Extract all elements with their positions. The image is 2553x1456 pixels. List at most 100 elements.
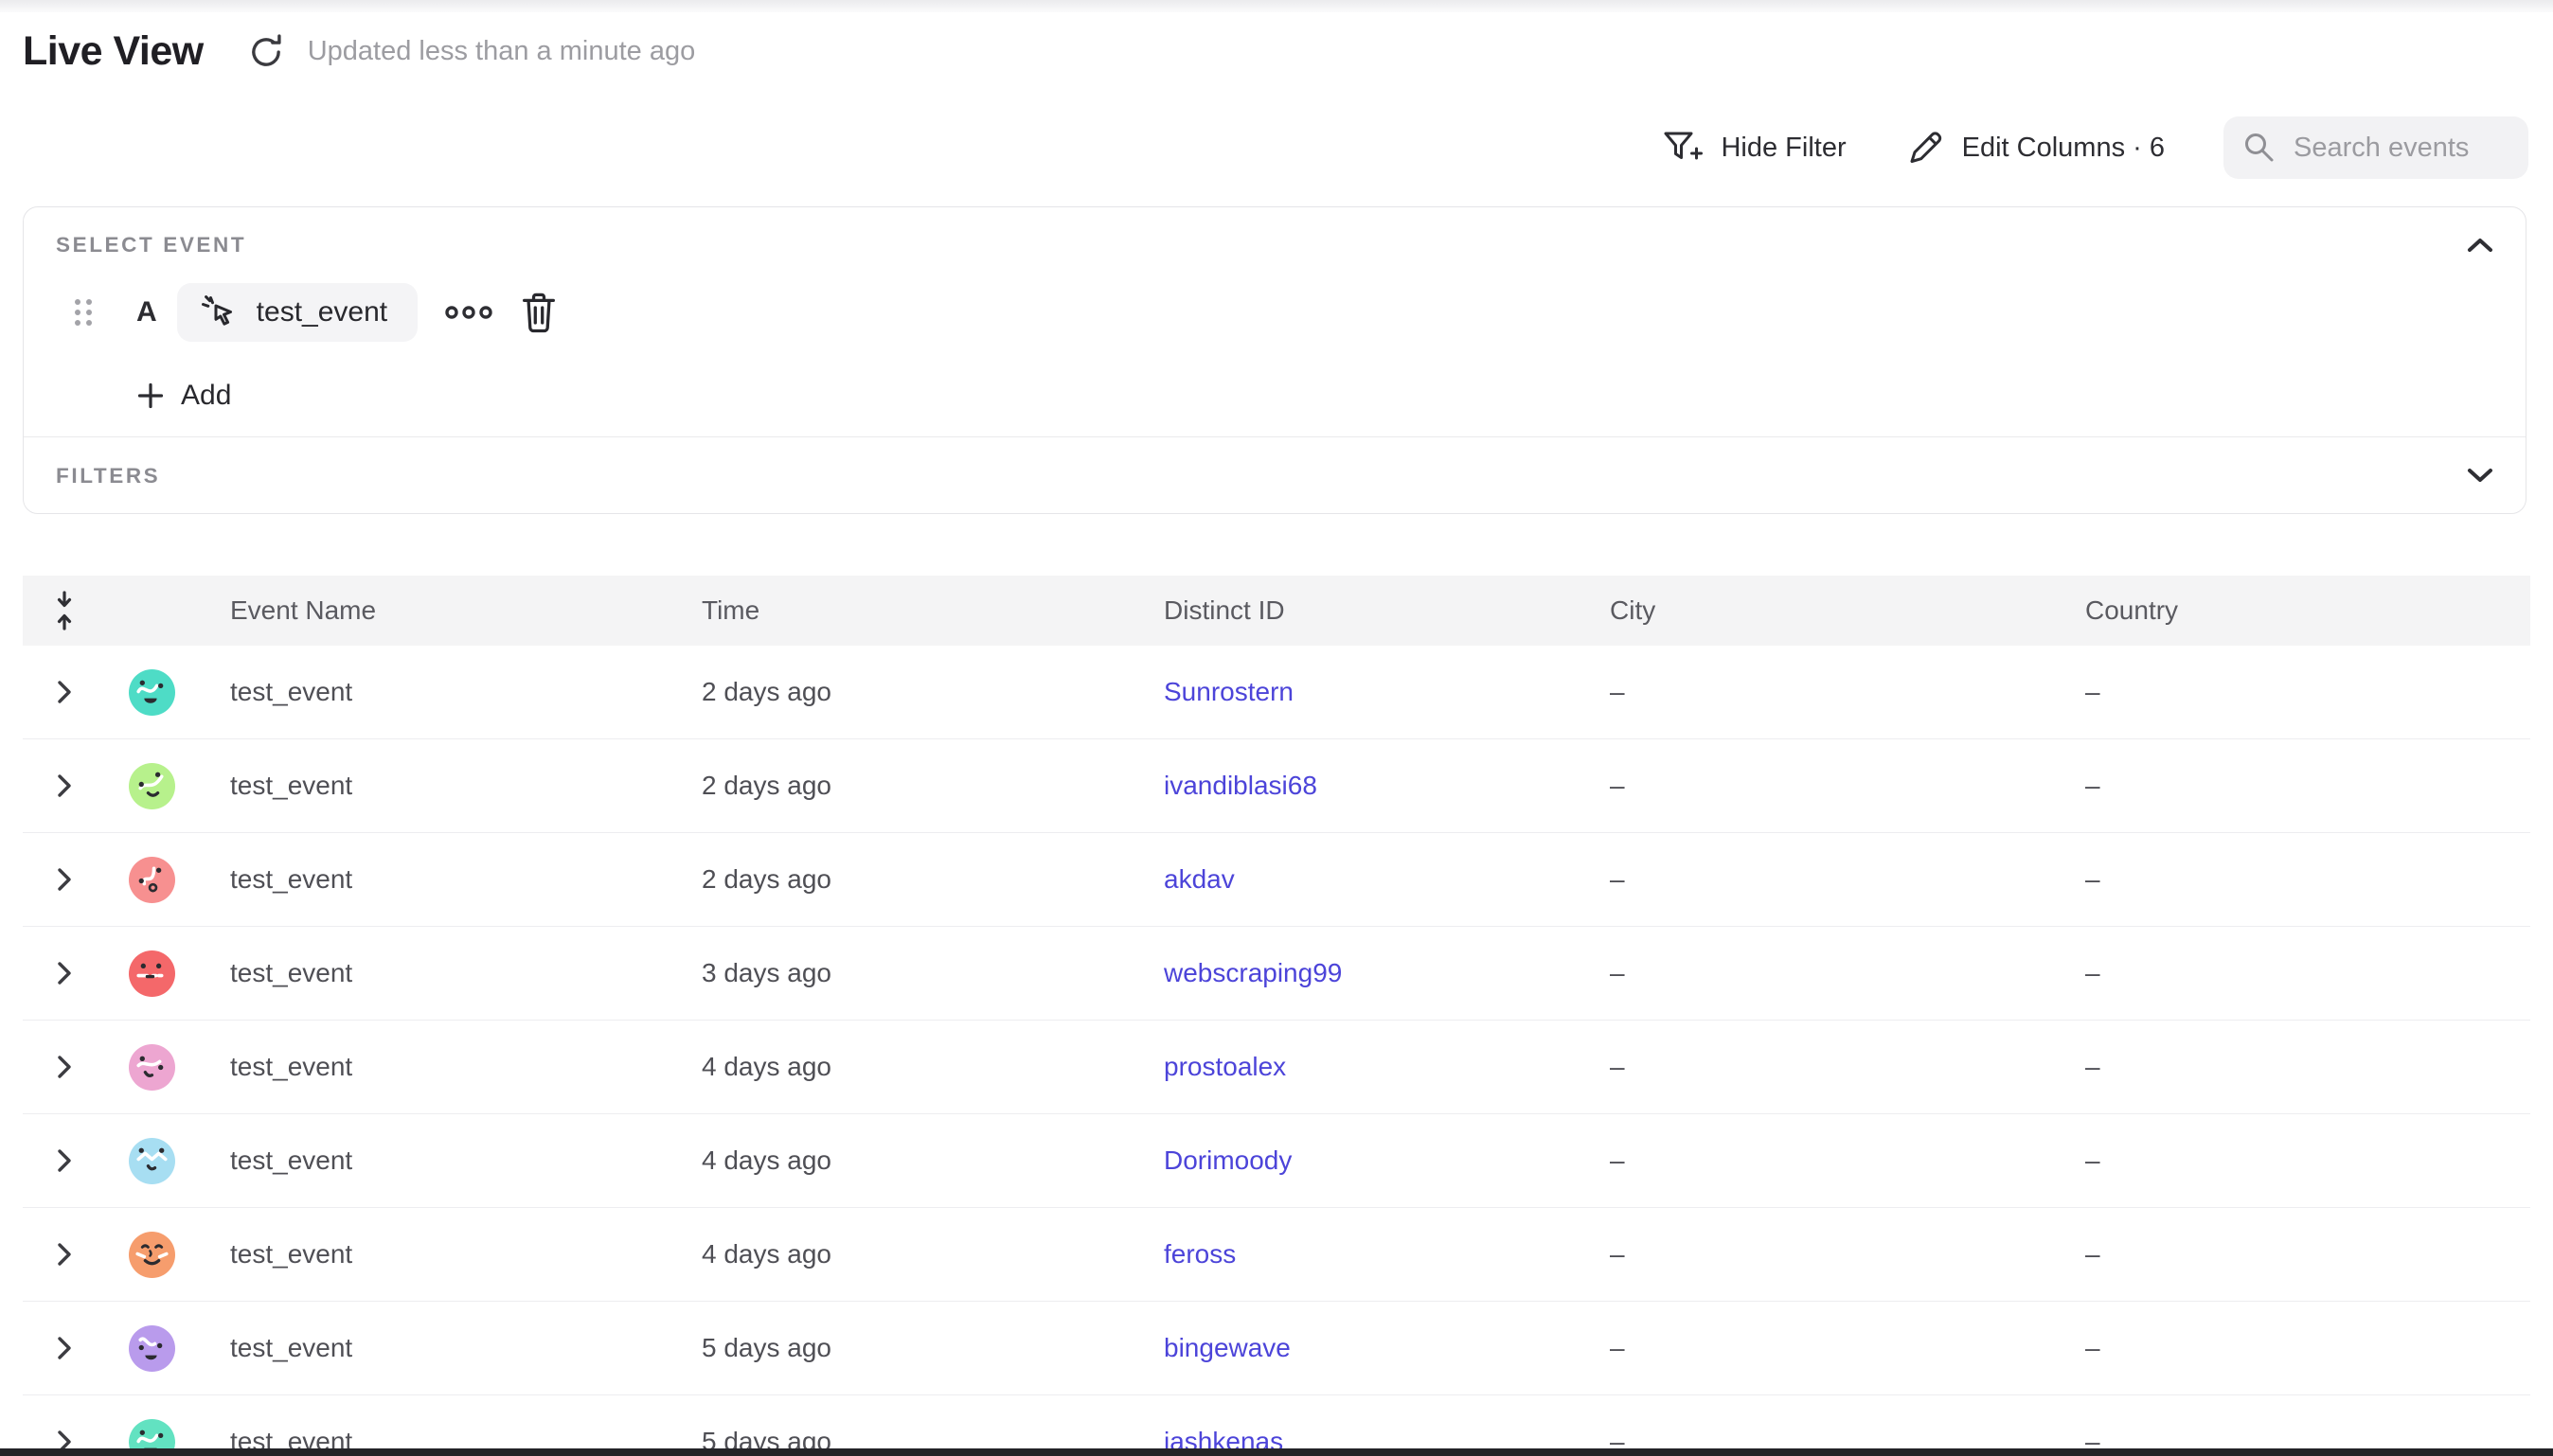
search-events-box[interactable] <box>2223 116 2528 179</box>
user-avatar <box>129 1325 175 1372</box>
top-shadow-band <box>0 0 2553 12</box>
column-header-distinct-id: Distinct ID <box>1131 595 1577 626</box>
column-header-city: City <box>1577 595 2052 626</box>
chevron-right-icon <box>54 1146 75 1175</box>
event-name-cell: test_event <box>197 1333 669 1363</box>
edit-columns-button[interactable]: Edit Columns · 6 <box>1905 128 2165 168</box>
event-delete-button[interactable] <box>520 291 558 334</box>
row-expand-button[interactable] <box>45 767 83 805</box>
country-cell: – <box>2052 958 2530 988</box>
row-expand-button[interactable] <box>45 1235 83 1273</box>
row-expand-button[interactable] <box>45 861 83 898</box>
distinct-id-link[interactable]: akdav <box>1164 864 1235 894</box>
time-cell: 4 days ago <box>669 1145 1131 1176</box>
event-name-cell: test_event <box>197 1052 669 1082</box>
row-expand-button[interactable] <box>45 954 83 992</box>
column-header-country: Country <box>2052 595 2530 626</box>
ellipsis-icon <box>442 302 495 323</box>
user-avatar <box>129 669 175 716</box>
toolbar: Hide Filter Edit Columns · 6 <box>1662 115 2528 180</box>
city-cell: – <box>1577 1239 2052 1270</box>
row-expand-button[interactable] <box>45 1329 83 1367</box>
select-event-label: SELECT EVENT <box>56 233 246 257</box>
distinct-id-link[interactable]: prostoalex <box>1164 1052 1286 1081</box>
event-name-cell: test_event <box>197 864 669 895</box>
event-name-cell: test_event <box>197 1145 669 1176</box>
chevron-down-icon <box>2466 467 2494 484</box>
pencil-icon <box>1905 128 1945 168</box>
live-view-page: Live View Updated less than a minute ago… <box>0 0 2553 1456</box>
table-row: test_event 2 days ago Sunrostern – – <box>23 646 2530 739</box>
time-cell: 2 days ago <box>669 677 1131 707</box>
event-letter: A <box>136 296 157 328</box>
distinct-id-link[interactable]: Dorimoody <box>1164 1145 1292 1175</box>
event-name-cell: test_event <box>197 771 669 801</box>
chevron-right-icon <box>54 1053 75 1081</box>
chevron-right-icon <box>54 959 75 987</box>
updated-timestamp: Updated less than a minute ago <box>308 36 696 67</box>
time-cell: 4 days ago <box>669 1239 1131 1270</box>
user-avatar <box>129 950 175 997</box>
filters-section: FILTERS <box>24 437 2526 513</box>
table-row: test_event 2 days ago ivandiblasi68 – – <box>23 739 2530 833</box>
add-label: Add <box>181 380 231 412</box>
user-avatar <box>129 1232 175 1278</box>
add-event-button[interactable]: Add <box>136 380 231 412</box>
collapse-all-rows-button[interactable] <box>44 586 85 635</box>
city-cell: – <box>1577 864 2052 895</box>
event-name-cell: test_event <box>197 1239 669 1270</box>
row-expand-button[interactable] <box>45 1142 83 1180</box>
hide-filter-label: Hide Filter <box>1721 133 1846 164</box>
table-row: test_event 3 days ago webscraping99 – – <box>23 927 2530 1021</box>
chevron-right-icon <box>54 678 75 706</box>
trash-icon <box>520 291 558 334</box>
city-cell: – <box>1577 1145 2052 1176</box>
distinct-id-link[interactable]: webscraping99 <box>1164 958 1342 987</box>
cursor-click-icon <box>198 291 241 334</box>
select-event-collapse-button[interactable] <box>2459 226 2501 264</box>
table-row: test_event 4 days ago prostoalex – – <box>23 1021 2530 1114</box>
drag-handle-icon[interactable] <box>75 299 92 327</box>
search-events-input[interactable] <box>2292 132 2511 165</box>
row-expand-button[interactable] <box>45 1048 83 1086</box>
distinct-id-link[interactable]: bingewave <box>1164 1333 1291 1362</box>
table-body: test_event 2 days ago Sunrostern – – tes… <box>23 646 2530 1456</box>
event-row: A test_event <box>75 282 558 343</box>
chevron-up-icon <box>2466 237 2494 254</box>
row-expand-button[interactable] <box>45 673 83 711</box>
country-cell: – <box>2052 677 2530 707</box>
query-builder-card: SELECT EVENT A <box>23 206 2526 514</box>
time-cell: 5 days ago <box>669 1333 1131 1363</box>
bottom-edge-bar <box>0 1448 2553 1456</box>
events-table: Event Name Time Distinct ID City Country… <box>23 576 2530 1456</box>
city-cell: – <box>1577 771 2052 801</box>
plus-icon <box>136 382 165 410</box>
funnel-plus-icon <box>1662 129 1704 167</box>
event-name-cell: test_event <box>197 958 669 988</box>
event-name-cell: test_event <box>197 677 669 707</box>
distinct-id-link[interactable]: feross <box>1164 1239 1236 1269</box>
time-cell: 2 days ago <box>669 771 1131 801</box>
collapse-vertical-icon <box>52 590 77 631</box>
user-avatar <box>129 763 175 809</box>
chevron-right-icon <box>54 772 75 800</box>
refresh-button[interactable] <box>245 31 287 73</box>
table-row: test_event 4 days ago Dorimoody – – <box>23 1114 2530 1208</box>
city-cell: – <box>1577 1333 2052 1363</box>
time-cell: 4 days ago <box>669 1052 1131 1082</box>
city-cell: – <box>1577 677 2052 707</box>
page-title: Live View <box>23 28 204 75</box>
time-cell: 3 days ago <box>669 958 1131 988</box>
refresh-icon <box>247 33 285 71</box>
event-selector-chip[interactable]: test_event <box>177 283 418 342</box>
hide-filter-button[interactable]: Hide Filter <box>1662 129 1846 167</box>
distinct-id-link[interactable]: ivandiblasi68 <box>1164 771 1317 800</box>
page-header: Live View Updated less than a minute ago <box>23 28 695 75</box>
table-header: Event Name Time Distinct ID City Country <box>23 576 2530 646</box>
distinct-id-link[interactable]: Sunrostern <box>1164 677 1294 706</box>
filters-expand-button[interactable] <box>2459 456 2501 494</box>
chevron-right-icon <box>54 865 75 894</box>
country-cell: – <box>2052 1239 2530 1270</box>
chevron-right-icon <box>54 1334 75 1362</box>
event-more-button[interactable] <box>442 302 495 323</box>
